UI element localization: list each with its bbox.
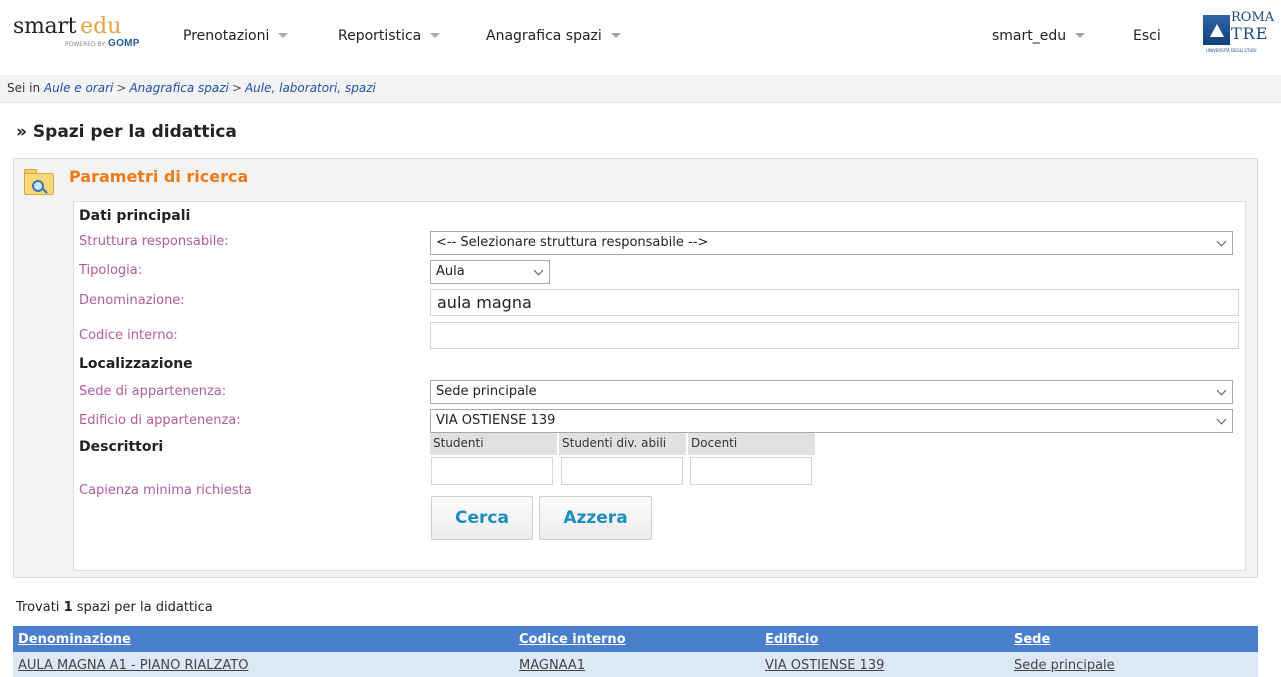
nav-reportistica-label: Reportistica [338, 28, 422, 44]
nav-anagrafica-spazi-label: Anagrafica spazi [486, 28, 602, 44]
sede-select-value: Sede principale [436, 384, 537, 399]
denominazione-input[interactable] [430, 289, 1239, 316]
breadcrumb-anagrafica-spazi[interactable]: Anagrafica spazi [129, 81, 228, 95]
tipologia-label: Tipologia: [79, 263, 143, 278]
breadcrumb-aule-e-orari[interactable]: Aule e orari [44, 81, 113, 95]
codice-interno-label: Codice interno: [79, 328, 178, 343]
edificio-select[interactable]: VIA OSTIENSE 139 [430, 409, 1233, 433]
nav-anagrafica-spazi[interactable]: Anagrafica spazi [486, 28, 621, 44]
results-header-row: Denominazione Codice interno Edificio Se… [13, 626, 1258, 652]
tipologia-select[interactable]: Aula [430, 260, 550, 284]
folder-search-icon [24, 167, 54, 195]
logo-powered-by: POWERED BY GOMP [65, 38, 140, 49]
struttura-label: Struttura responsabile: [79, 234, 229, 249]
logout-link[interactable]: Esci [1133, 28, 1161, 44]
tipologia-select-value: Aula [436, 264, 465, 279]
breadcrumb-separator: > [231, 81, 242, 95]
results-number: 1 [63, 600, 73, 615]
edificio-label: Edificio di appartenenza: [79, 413, 241, 428]
capienza-label: Capienza minima richiesta [79, 483, 252, 498]
table-row[interactable]: AULA MAGNA A1 - PIANO RIALZATO MAGNAA1 V… [13, 652, 1258, 677]
breadcrumb-aule-laboratori-spazi[interactable]: Aule, laboratori, spazi [245, 81, 376, 95]
cell-sede[interactable]: Sede principale [1009, 652, 1258, 677]
roma-tre-logo[interactable]: ROMA TRE UNIVERSITÀ DEGLI STUDI [1203, 10, 1274, 56]
denominazione-label: Denominazione: [79, 293, 185, 308]
cell-edificio[interactable]: VIA OSTIENSE 139 [760, 652, 1009, 677]
column-header-sede[interactable]: Sede [1009, 626, 1258, 652]
caret-down-icon [610, 32, 621, 38]
codice-interno-input[interactable] [430, 322, 1239, 349]
section-localizzazione: Localizzazione [79, 356, 193, 372]
chevron-down-icon [1216, 385, 1227, 396]
logo-smart-text: smart [13, 14, 77, 39]
results-table: Denominazione Codice interno Edificio Se… [13, 626, 1258, 677]
capienza-docenti-input[interactable] [690, 457, 812, 485]
capienza-header-studenti-div-abili: Studenti div. abili [559, 433, 686, 455]
results-count: Trovati 1 spazi per la didattica [16, 600, 213, 615]
capienza-header-docenti: Docenti [688, 433, 815, 455]
nav-prenotazioni[interactable]: Prenotazioni [183, 28, 289, 44]
top-navigation-bar: smart edu POWERED BY GOMP Prenotazioni Rep… [0, 0, 1281, 75]
user-menu-label: smart_edu [992, 28, 1067, 44]
roma-tre-emblem-icon [1203, 15, 1230, 45]
nav-reportistica[interactable]: Reportistica [338, 28, 441, 44]
reset-button[interactable]: Azzera [539, 496, 652, 540]
column-header-edificio[interactable]: Edificio [760, 626, 1009, 652]
chevron-down-icon [1216, 414, 1227, 425]
capienza-header-studenti: Studenti [430, 433, 557, 455]
search-form: Dati principali Struttura responsabile: … [73, 201, 1246, 571]
caret-down-icon [278, 32, 289, 38]
sede-select[interactable]: Sede principale [430, 380, 1233, 404]
caret-down-icon [430, 32, 441, 38]
gomp-text: GOMP [108, 38, 140, 49]
section-dati-principali: Dati principali [79, 208, 191, 224]
search-button[interactable]: Cerca [431, 496, 533, 540]
sede-label: Sede di appartenenza: [79, 384, 227, 399]
page-title: » Spazi per la didattica [16, 122, 237, 142]
search-parameters-panel: Parametri di ricerca Dati principali Str… [13, 158, 1258, 578]
cell-denominazione[interactable]: AULA MAGNA A1 - PIANO RIALZATO [13, 652, 514, 677]
edificio-select-value: VIA OSTIENSE 139 [436, 413, 556, 428]
chevron-down-icon [1216, 236, 1227, 247]
cell-codice-interno[interactable]: MAGNAA1 [514, 652, 760, 677]
nav-prenotazioni-label: Prenotazioni [183, 28, 270, 44]
logo-edu-text: edu [80, 14, 122, 39]
capienza-studenti-div-abili-input[interactable] [561, 457, 683, 485]
results-prefix: Trovati [16, 600, 60, 615]
column-header-denominazione[interactable]: Denominazione [13, 626, 514, 652]
section-descrittori: Descrittori [79, 439, 164, 455]
roma-tre-subtitle: UNIVERSITÀ DEGLI STUDI [1206, 48, 1257, 53]
caret-down-icon [1075, 32, 1086, 38]
tre-text: TRE [1231, 24, 1269, 43]
struttura-select[interactable]: <-- Selezionare struttura responsabile -… [430, 231, 1233, 255]
breadcrumb-separator: > [116, 81, 127, 95]
capienza-studenti-input[interactable] [431, 457, 553, 485]
breadcrumb: Sei in Aule e orari > Anagrafica spazi > Aul… [0, 75, 1281, 103]
powered-by-text: POWERED BY [65, 41, 106, 48]
breadcrumb-prefix: Sei in [7, 81, 41, 95]
results-suffix: spazi per la didattica [76, 600, 213, 615]
panel-title: Parametri di ricerca [69, 167, 249, 186]
roma-tre-wordmark: ROMA TRE [1231, 10, 1274, 42]
chevron-down-icon [533, 265, 544, 276]
smart-edu-logo[interactable]: smart edu POWERED BY GOMP [13, 14, 139, 54]
column-header-codice-interno[interactable]: Codice interno [514, 626, 760, 652]
user-menu[interactable]: smart_edu [992, 28, 1086, 44]
struttura-select-value: <-- Selezionare struttura responsabile -… [436, 235, 709, 250]
